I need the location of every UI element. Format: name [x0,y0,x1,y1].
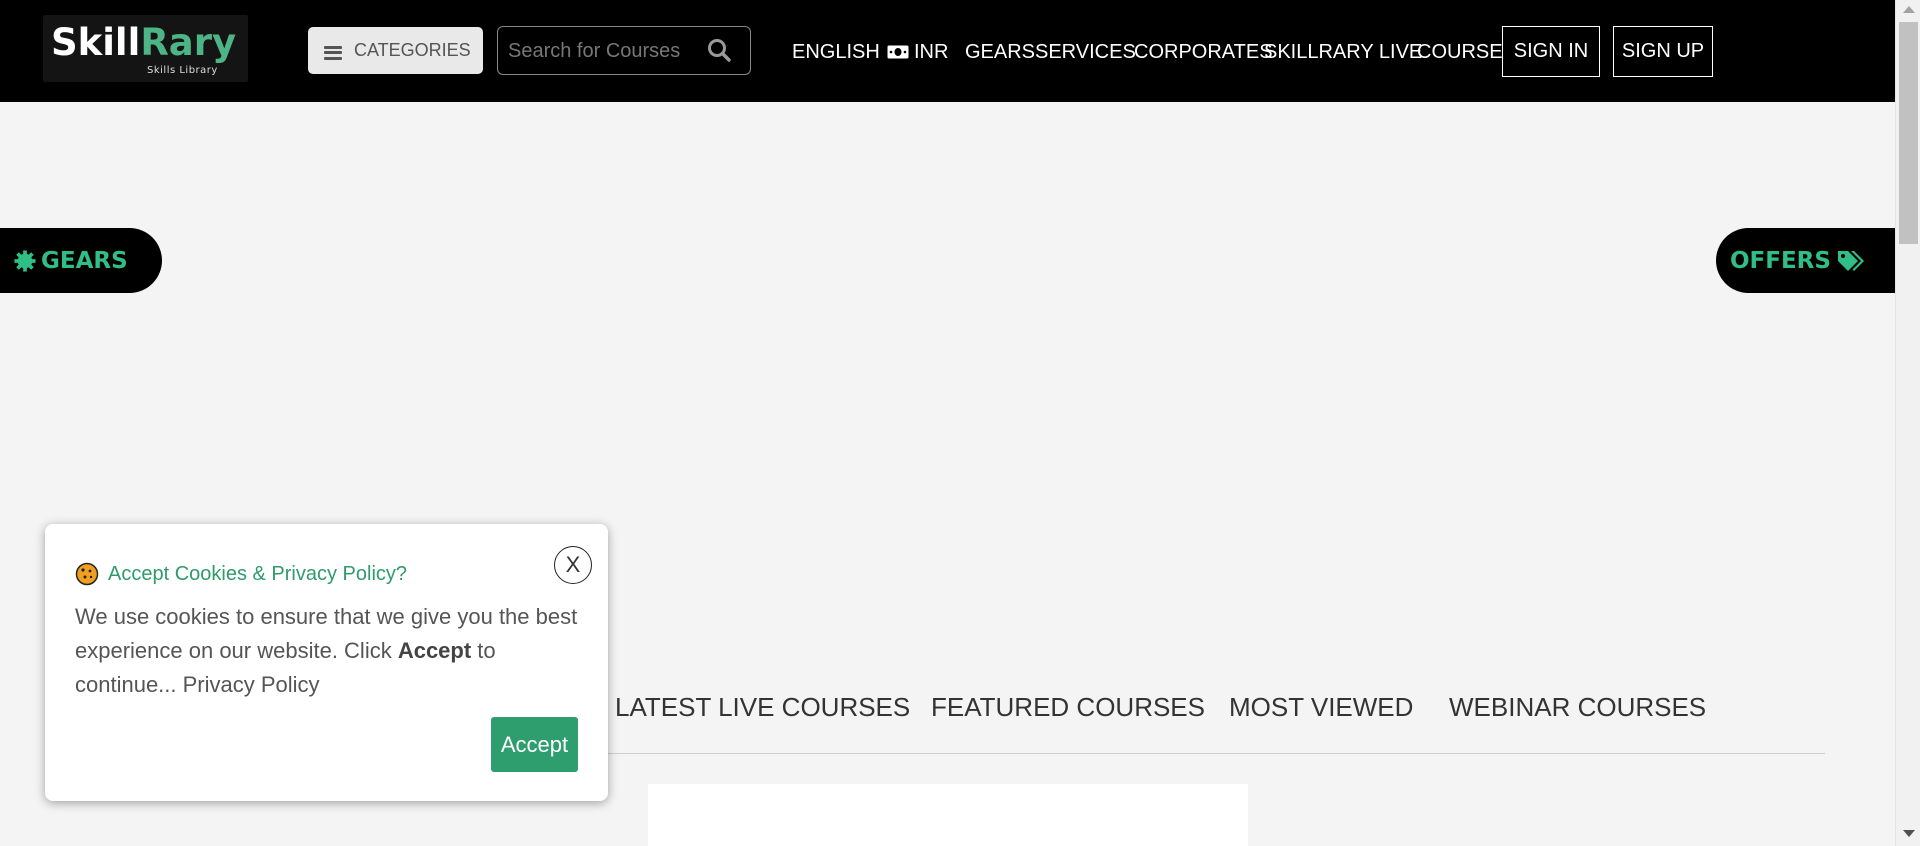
search-icon[interactable] [707,38,731,62]
cookie-title: Accept Cookies & Privacy Policy? [75,562,407,586]
nav-english[interactable]: ENGLISH [792,41,880,63]
gears-side-label: GEARS [41,247,128,274]
cookie-message: We use cookies to ensure that we give yo… [75,604,578,697]
scroll-up-arrow-icon[interactable] [1903,6,1915,13]
categories-button[interactable]: CATEGORIES [308,27,483,74]
nav-course[interactable]: COURSE [1417,41,1503,63]
tab-latest-live-courses[interactable]: LATEST LIVE COURSES [615,692,910,723]
cookie-icon [75,562,99,586]
hamburger-icon [324,45,342,60]
logo-tagline: Skills Library [147,65,218,76]
nav-corporates[interactable]: CORPORATES [1134,41,1273,63]
close-button[interactable]: X [554,546,592,584]
course-card[interactable] [648,784,1248,846]
tabs-divider [600,753,1825,754]
tab-most-viewed[interactable]: MOST VIEWED [1229,692,1413,723]
search-input[interactable] [508,37,698,65]
tab-featured-courses[interactable]: FEATURED COURSES [931,692,1205,723]
top-navbar: SkillRary Skills Library CATEGORIES ENGL… [0,0,1895,102]
nav-skillrary-live[interactable]: SKILLRARY LIVE [1264,41,1422,63]
money-bill-icon [887,45,909,59]
scroll-thumb[interactable] [1899,22,1918,244]
accept-button[interactable]: Accept [491,717,578,772]
scroll-down-arrow-icon[interactable] [1903,830,1915,837]
cookie-title-text: Accept Cookies & Privacy Policy? [108,562,408,585]
gear-icon [14,249,36,272]
skillrary-logo[interactable]: SkillRary Skills Library [43,15,248,82]
logo-wordmark: SkillRary [51,21,237,64]
vertical-scrollbar[interactable] [1895,0,1920,846]
offers-side-button[interactable]: OFFERS [1716,228,1895,293]
nav-services[interactable]: SERVICES [1035,41,1136,63]
tab-webinar-courses[interactable]: WEBINAR COURSES [1449,692,1706,723]
offers-side-label: OFFERS [1730,247,1831,274]
cookie-consent-dialog: X Accept Cookies & Privacy Policy? We us… [45,524,608,801]
gears-side-button[interactable]: GEARS [0,228,162,293]
currency-label: INR [914,41,949,63]
sign-in-button[interactable]: SIGN IN [1502,26,1600,77]
nav-gears[interactable]: GEARS [965,41,1035,63]
categories-label: CATEGORIES [354,40,471,60]
accept-emphasis: Accept [397,638,472,663]
tags-icon [1837,250,1864,271]
sign-up-button[interactable]: SIGN UP [1613,26,1713,77]
nav-currency[interactable]: INR [887,41,948,63]
